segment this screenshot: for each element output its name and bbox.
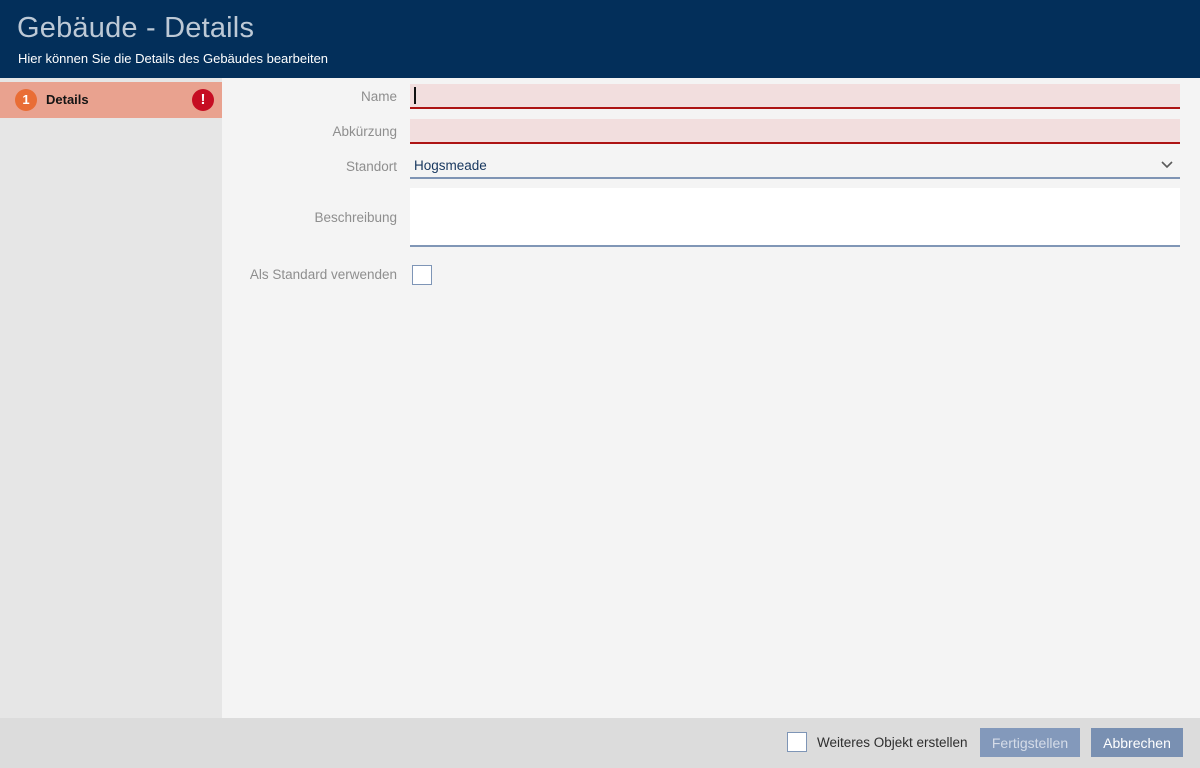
use-as-default-label: Als Standard verwenden — [222, 265, 397, 285]
description-textarea[interactable] — [412, 190, 1176, 243]
name-field[interactable] — [410, 84, 1180, 109]
finish-button[interactable]: Fertigstellen — [980, 728, 1080, 757]
abbreviation-input[interactable] — [412, 119, 1176, 141]
cancel-button[interactable]: Abbrechen — [1091, 728, 1183, 757]
dialog-header: Gebäude - Details Hier können Sie die De… — [0, 0, 1200, 78]
sidebar-step-details[interactable]: 1 Details ! — [0, 82, 222, 118]
description-field[interactable] — [410, 188, 1180, 247]
create-another-checkbox[interactable] — [787, 732, 807, 752]
location-label: Standort — [222, 154, 397, 179]
error-icon: ! — [192, 89, 214, 111]
description-label: Beschreibung — [222, 188, 397, 247]
create-another-label: Weiteres Objekt erstellen — [817, 718, 968, 768]
abbreviation-field[interactable] — [410, 119, 1180, 144]
abbreviation-label: Abkürzung — [222, 119, 397, 144]
location-select[interactable]: Hogsmeade — [410, 154, 1180, 179]
details-form: Name Abkürzung Standort Hogsmeade Beschr… — [222, 78, 1200, 718]
chevron-down-icon — [1161, 161, 1173, 169]
wizard-sidebar: 1 Details ! — [0, 78, 222, 718]
use-as-default-checkbox[interactable] — [412, 265, 432, 285]
location-selected-value: Hogsmeade — [414, 154, 487, 177]
name-input[interactable] — [412, 84, 1176, 106]
step-number-badge: 1 — [15, 89, 37, 111]
text-caret — [414, 87, 416, 104]
name-label: Name — [222, 84, 397, 109]
dialog-subtitle: Hier können Sie die Details des Gebäudes… — [18, 51, 328, 66]
step-label: Details — [46, 82, 89, 118]
dialog-title: Gebäude - Details — [17, 11, 254, 45]
dialog-footer: Weiteres Objekt erstellen Fertigstellen … — [0, 718, 1200, 768]
